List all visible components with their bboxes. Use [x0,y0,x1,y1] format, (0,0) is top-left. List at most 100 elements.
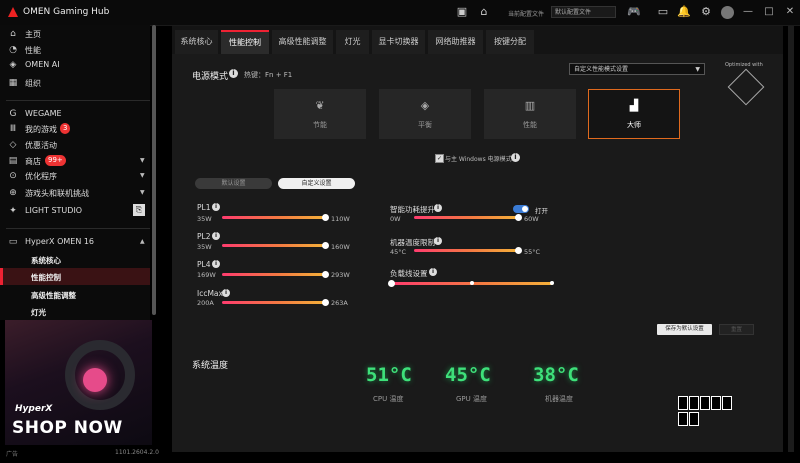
sidebar-sub-label: 系统核心 [31,256,61,265]
default-settings-button[interactable]: 默认设置 [195,178,272,189]
slider-max: 263A [331,299,348,307]
pl2-slider-knob[interactable] [321,242,329,249]
minimize-button[interactable]: — [739,4,757,20]
device-name: HyperX OMEN 16 [25,237,95,246]
sidebar-item-wegame[interactable]: G WEGAME [0,106,150,122]
slider-min: 45°C [390,248,407,256]
tab-network-booster[interactable]: 网络助推器 [428,30,483,54]
pl1-slider-track[interactable] [222,216,325,219]
profile-label: 当前配置文件 [508,11,545,18]
gear-icon[interactable]: ⚙ [699,5,713,19]
sidebar-scrollbar[interactable] [152,25,156,315]
controller-icon[interactable]: 🎮 [627,5,641,19]
library-icon: Ⅲ [9,124,17,134]
info-icon[interactable]: i [511,153,520,162]
reset-button[interactable]: 重置 [719,324,754,335]
pl4-slider-track[interactable] [222,273,325,276]
unrendered-text-glyphs [678,396,742,426]
external-link-icon[interactable]: ⎘ [133,204,145,216]
mode-label: 平衡 [418,121,432,129]
sidebar-device-header[interactable]: ▭ HyperX OMEN 16 ▲ [0,234,150,250]
bell-icon[interactable]: 🔔 [677,5,691,19]
main-scrollbar[interactable] [788,26,794,452]
mode-card-eco[interactable]: ❦ 节能 [274,89,366,139]
tab-key-assignment[interactable]: 按键分配 [486,30,534,54]
sidebar-sub-label: 高级性能调整 [31,291,76,300]
sidebar-item-my-games[interactable]: Ⅲ 我的游戏 3 [0,121,150,137]
sidebar-item-store[interactable]: ▤ 商店 99+ ▼ [0,153,150,169]
cpu-temp-value: 51°C [366,364,412,386]
info-icon[interactable]: i [434,237,442,245]
calendar-icon[interactable]: ▣ [455,5,469,19]
info-icon[interactable]: i [212,232,220,240]
chevron-down-icon: ▼ [140,172,145,179]
sidebar-item-light-studio[interactable]: ✦ LIGHT STUDIO ⎘ [0,203,150,219]
sidebar-divider [6,228,150,229]
master-icon: ▟ [629,99,639,112]
sidebar-item-game-challenges[interactable]: ⊕ 游戏头和联机挑战 ▼ [0,185,150,201]
games-badge: 3 [60,123,71,134]
slider-min: 35W [197,243,212,251]
info-icon[interactable]: i [222,289,230,297]
headset-glow [83,368,107,392]
optimized-label: Optimized with [725,62,763,68]
sidebar-sub-lighting[interactable]: 灯光 [0,303,150,317]
temp-limit-slider-knob[interactable] [514,247,522,254]
temp-limit-slider-track[interactable] [414,249,518,252]
tag-icon: ◇ [9,140,17,150]
mode-card-performance[interactable]: ▥ 性能 [484,89,576,139]
custom-settings-button[interactable]: 自定义设置 [278,178,355,189]
mode-dropdown[interactable]: 自定义性能模式设置 ▼ [569,63,705,75]
smart-boost-slider-track[interactable] [414,216,518,219]
tab-system-core[interactable]: 系统核心 [175,30,218,54]
mode-card-balanced[interactable]: ◈ 平衡 [379,89,471,139]
info-icon[interactable]: i [434,204,442,212]
mode-card-master[interactable]: ▟ 大师 [588,89,680,139]
iccmax-slider-track[interactable] [222,301,325,304]
optimize-icon: ⊙ [9,171,17,181]
slider-min: 200A [197,299,214,307]
info-icon[interactable]: i [429,268,437,276]
sidebar-item-omen-ai[interactable]: ◈ OMEN AI [0,57,150,73]
save-default-button[interactable]: 保存为默认设置 [657,324,712,335]
pl1-slider-knob[interactable] [321,214,329,221]
performance-panel [172,54,783,452]
sidebar-item-promotions[interactable]: ◇ 优惠活动 [0,137,150,153]
sidebar-sub-system-core[interactable]: 系统核心 [0,251,150,268]
sidebar-item-label: 组织 [25,79,41,88]
monitor-icon[interactable]: ▭ [656,5,670,19]
chevron-up-icon: ▲ [140,238,145,245]
ad-cta[interactable]: SHOP NOW [12,418,123,438]
load-line-slider-knob[interactable] [388,280,395,287]
pl4-slider-knob[interactable] [321,271,329,278]
ad-banner[interactable]: HyperX SHOP NOW [5,320,152,445]
sidebar-item-label: OMEN AI [25,60,60,69]
windows-sync-checkbox[interactable]: ✓ [435,154,444,163]
close-button[interactable]: ✕ [781,4,799,20]
info-icon[interactable]: i [212,203,220,211]
sidebar-item-label: 优惠活动 [25,141,57,150]
info-icon[interactable]: i [229,69,238,78]
sidebar-sub-advanced-tuning[interactable]: 高级性能调整 [0,286,150,303]
tab-performance-control[interactable]: 性能控制 [221,30,269,54]
smart-boost-slider-knob[interactable] [514,214,522,221]
sidebar-item-label: LIGHT STUDIO [25,206,83,215]
profile-select[interactable]: 默认配置文件 [551,6,616,18]
store-badge: 99+ [45,155,66,166]
sidebar-item-performance[interactable]: ◔ 性能 [0,42,150,58]
tab-gpu-switcher[interactable]: 显卡切换器 [372,30,425,54]
sidebar-item-home[interactable]: ⌂ 主页 [0,26,150,42]
home-icon[interactable]: ⌂ [477,5,491,19]
tab-advanced-tuning[interactable]: 高级性能调整 [272,30,333,54]
tab-lighting[interactable]: 灯光 [336,30,369,54]
info-icon[interactable]: i [212,260,220,268]
pl2-slider-track[interactable] [222,244,325,247]
sidebar-item-label: 商店 [25,157,41,166]
iccmax-slider-knob[interactable] [321,299,329,306]
avatar[interactable] [721,6,734,19]
maximize-button[interactable]: □ [760,4,778,20]
sidebar-item-organize[interactable]: ▦ 组织 [0,75,150,91]
sidebar-item-optimizer[interactable]: ⊙ 优化程序 ▼ [0,168,150,184]
sidebar-sub-performance-control[interactable]: 性能控制 [0,268,150,285]
sidebar-sub-label: 性能控制 [31,273,61,282]
